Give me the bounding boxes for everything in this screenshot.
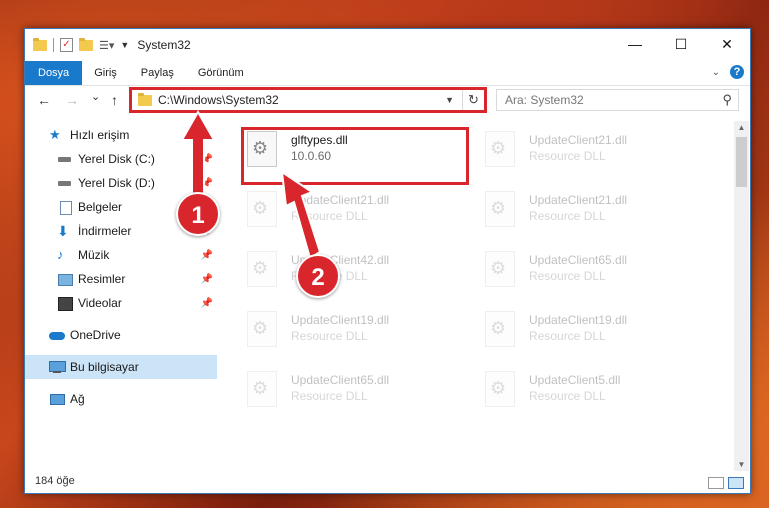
annotation-arrows (180, 109, 322, 260)
arrow-2 (280, 169, 322, 260)
arrow-1 (180, 109, 216, 201)
callout-2: 2 (296, 254, 340, 298)
callout-1: 1 (176, 192, 220, 236)
